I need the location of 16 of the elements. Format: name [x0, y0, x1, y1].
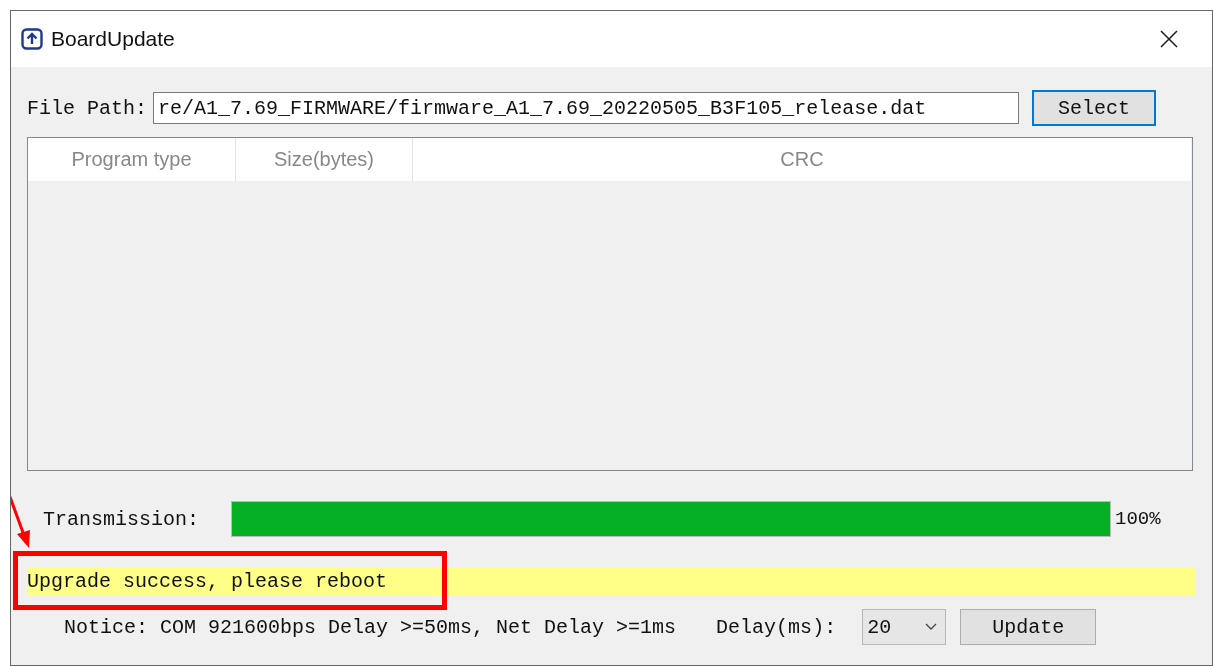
transmission-label: Transmission:	[43, 507, 201, 531]
chevron-down-icon	[925, 623, 938, 631]
delay-label: Delay(ms):	[716, 615, 837, 639]
progress-reading: 100%	[1115, 508, 1161, 530]
file-path-field[interactable]: re/A1_7.69_FIRMWARE/firmware_A1_7.69_20220505_B3F105_release.dat	[153, 92, 1020, 124]
column-header[interactable]: CRC	[413, 138, 1191, 181]
update-button[interactable]: Update	[960, 609, 1097, 645]
window-title: BoardUpdate	[51, 27, 176, 51]
status-message: Upgrade success, please reboot	[27, 570, 388, 593]
select-button[interactable]: Select	[1032, 90, 1157, 126]
close-icon[interactable]	[1160, 30, 1178, 48]
column-header[interactable]: Program type	[28, 138, 236, 181]
delay-dropdown[interactable]: 20	[862, 609, 947, 645]
notice-text: Notice: COM 921600bps Delay >=50ms, Net Delay >=1ms	[64, 615, 677, 639]
column-header[interactable]: Size(bytes)	[236, 138, 413, 181]
file-path-label: File Path:	[27, 96, 148, 120]
